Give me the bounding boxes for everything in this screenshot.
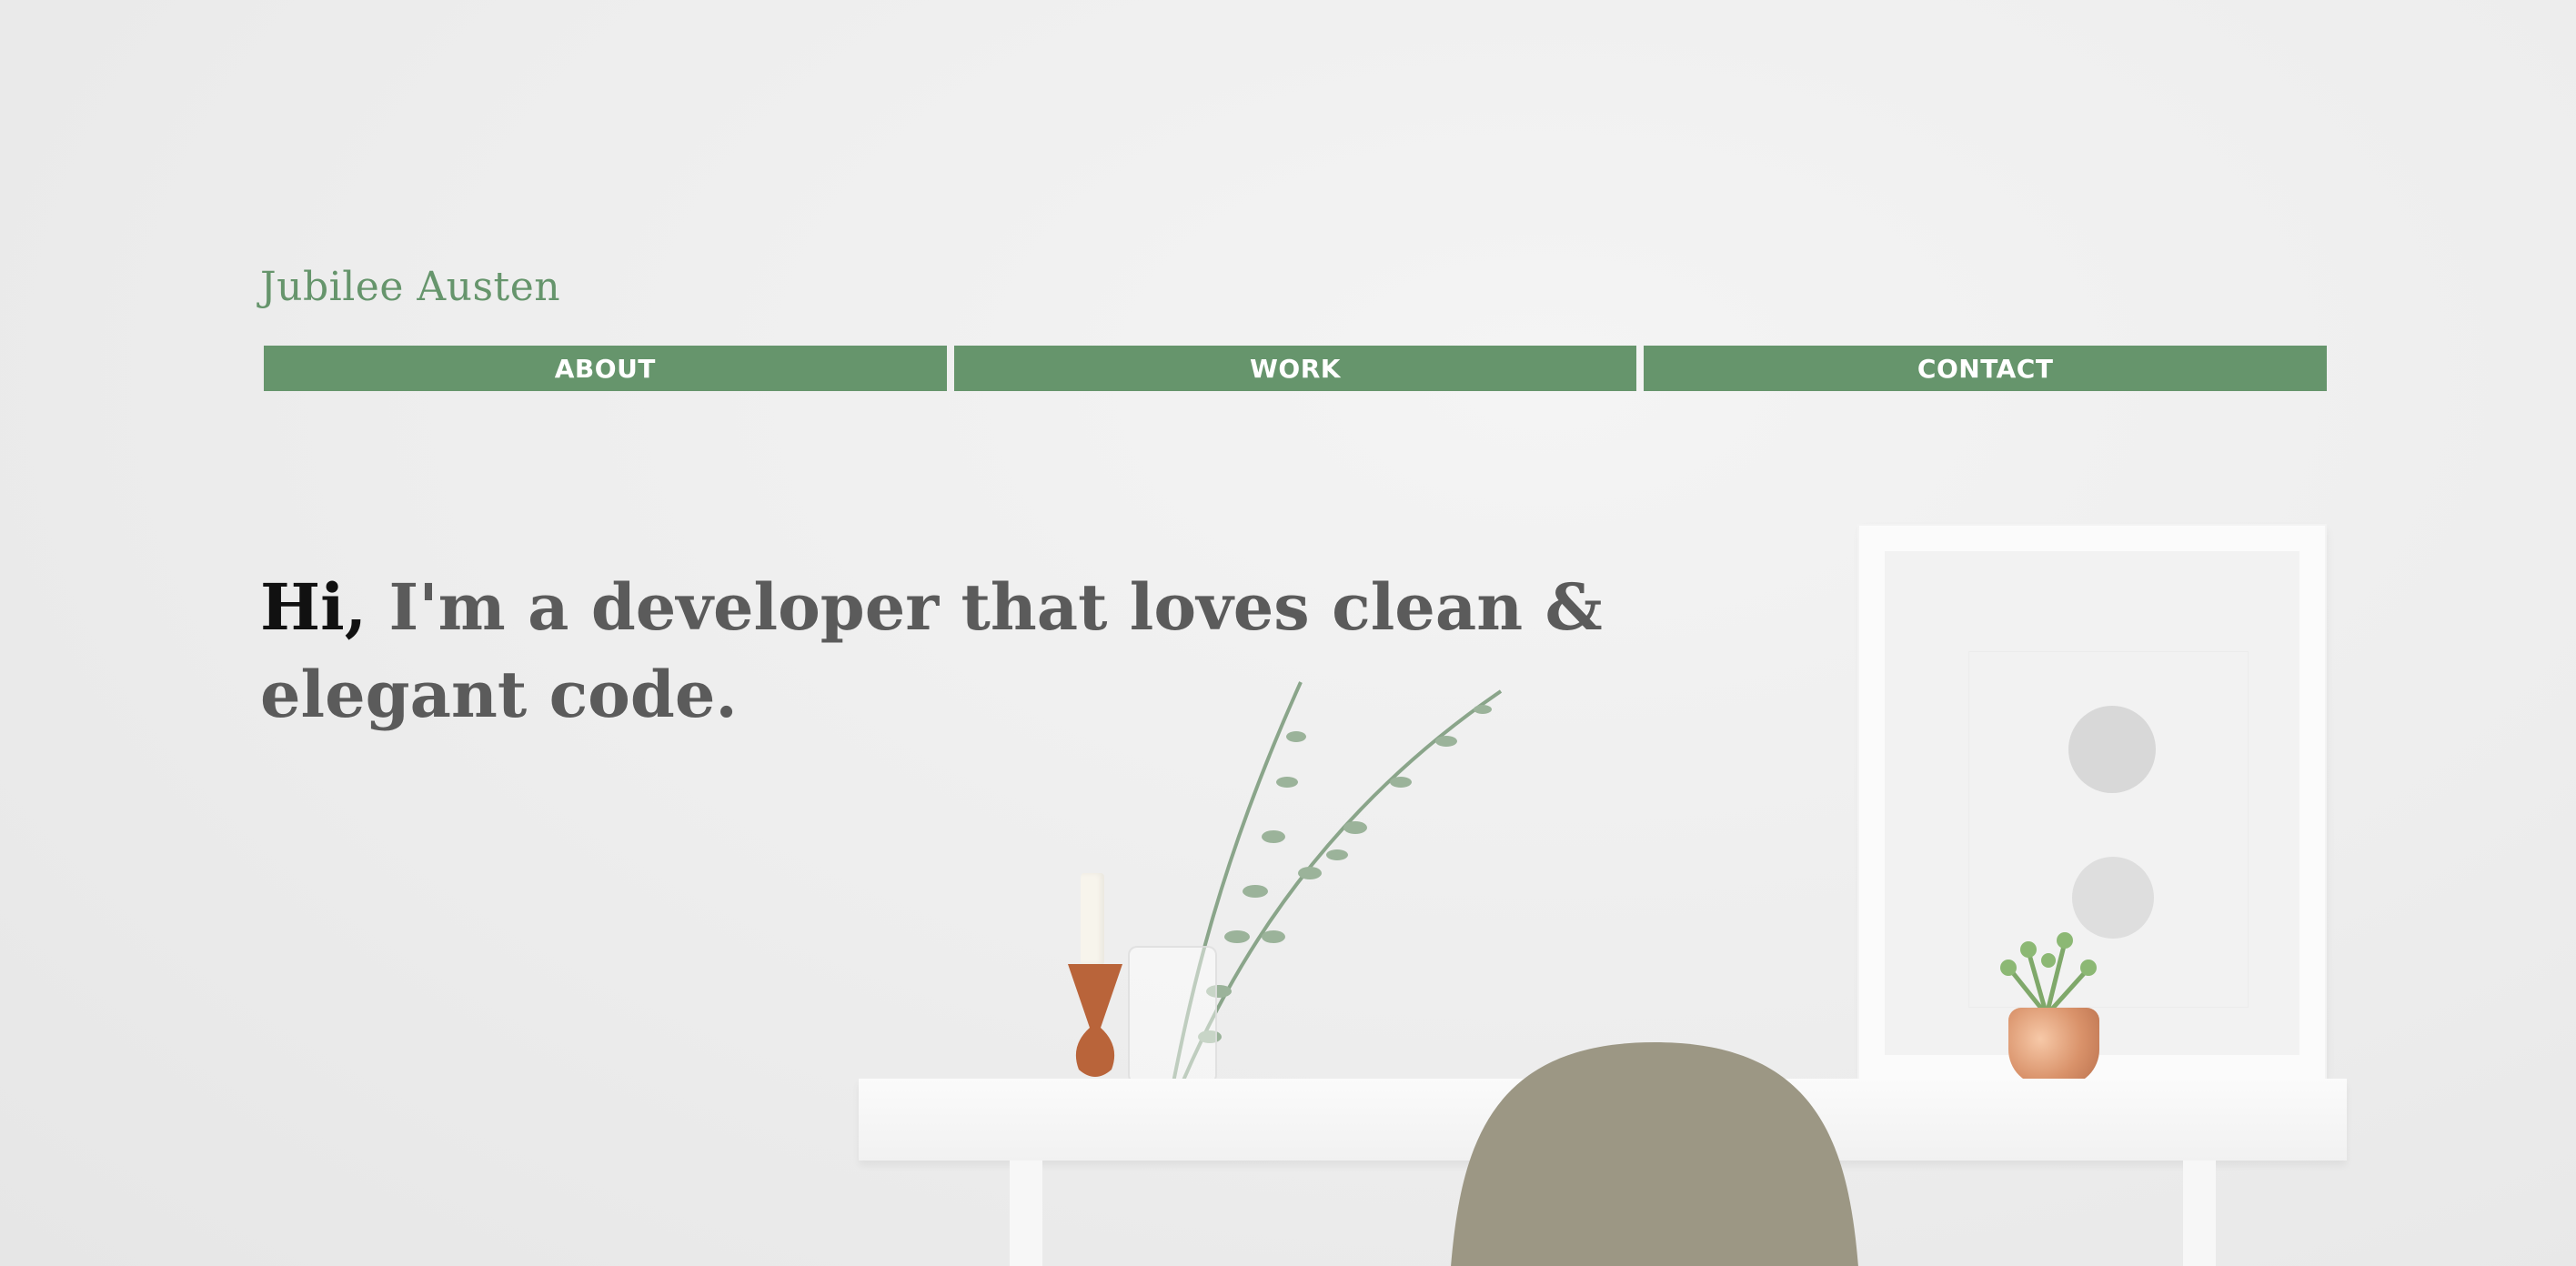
chair <box>1451 1042 1858 1266</box>
main-nav: ABOUT WORK CONTACT <box>264 346 2328 391</box>
small-succulent <box>2000 932 2097 1015</box>
headline-text: I'm a developer that loves clean & elega… <box>260 569 1603 732</box>
nav-contact[interactable]: CONTACT <box>1644 346 2328 391</box>
nav-work[interactable]: WORK <box>953 346 1637 391</box>
nav-about[interactable]: ABOUT <box>264 346 947 391</box>
desk-leg <box>2183 1160 2216 1266</box>
desk-leg <box>1010 1160 1042 1266</box>
copper-pot <box>2008 1008 2099 1086</box>
candle <box>1081 873 1104 964</box>
site-logo[interactable]: Jubilee Austen <box>260 264 560 310</box>
frame-art-circle <box>2068 706 2156 793</box>
glass-jar <box>1128 946 1217 1084</box>
wooden-candle-holder <box>1068 964 1122 1077</box>
hero-headline: Hi, I'm a developer that loves clean & e… <box>260 564 1679 738</box>
headline-greeting: Hi, <box>260 569 367 645</box>
